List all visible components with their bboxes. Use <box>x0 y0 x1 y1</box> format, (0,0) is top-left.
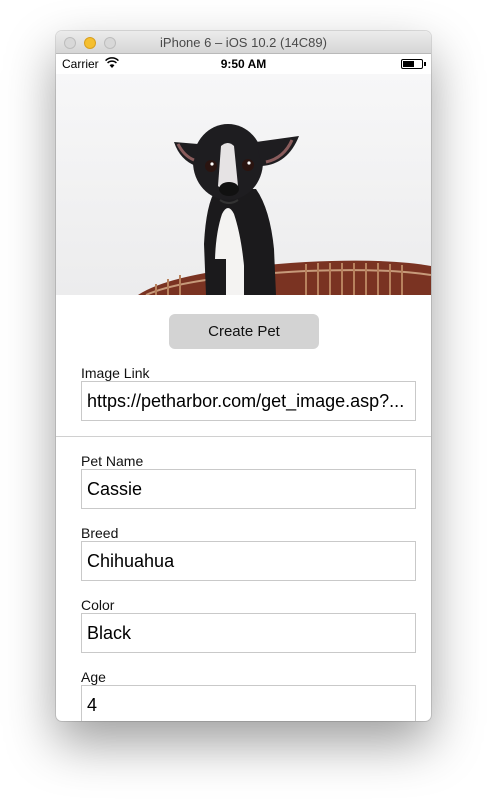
section-divider <box>56 436 431 437</box>
ios-status-bar: Carrier 9:50 AM <box>56 54 431 74</box>
clock: 9:50 AM <box>220 57 267 71</box>
color-field[interactable]: Black <box>81 613 416 653</box>
breed-field[interactable]: Chihuahua <box>81 541 416 581</box>
color-label: Color <box>81 597 115 613</box>
title-bar: iPhone 6 – iOS 10.2 (14C89) <box>56 31 431 54</box>
simulator-window: iPhone 6 – iOS 10.2 (14C89) Carrier 9:50… <box>56 31 431 721</box>
window-title: iPhone 6 – iOS 10.2 (14C89) <box>160 35 327 50</box>
dog-illustration <box>56 74 431 295</box>
age-label: Age <box>81 669 106 685</box>
pet-name-field[interactable]: Cassie <box>81 469 416 509</box>
breed-label: Breed <box>81 525 119 541</box>
pet-name-label: Pet Name <box>81 453 144 469</box>
age-field[interactable]: 4 <box>81 685 416 721</box>
battery-icon <box>401 59 426 69</box>
create-pet-button[interactable]: Create Pet <box>169 314 319 349</box>
pet-photo <box>56 74 431 295</box>
image-link-label: Image Link <box>81 365 150 381</box>
image-link-field[interactable]: https://petharbor.com/get_image.asp?... <box>81 381 416 421</box>
